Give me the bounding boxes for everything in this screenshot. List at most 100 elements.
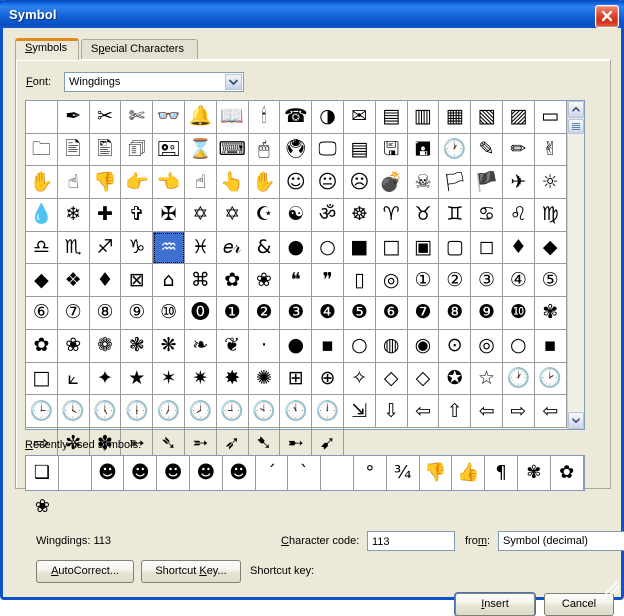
symbol-cell[interactable]: 👆 (216, 166, 249, 200)
shortcut-key-button[interactable]: Shortcut Key... (141, 560, 241, 583)
from-select[interactable]: Symbol (decimal) (498, 531, 624, 551)
symbol-cell[interactable]: ⌘ (184, 264, 217, 298)
symbol-cell[interactable]: ✒ (57, 101, 90, 134)
symbol-cell[interactable]: ✋ (248, 166, 281, 200)
symbol-cell[interactable]: ❄ (57, 199, 90, 232)
symbol-cell[interactable]: ☆ (471, 362, 503, 396)
resize-grip[interactable] (605, 581, 619, 595)
title-bar[interactable]: Symbol (0, 0, 624, 28)
recent-symbol-cell[interactable]: ☻ (223, 456, 256, 490)
recent-symbol-cell[interactable]: 👎 (420, 456, 453, 490)
symbol-cell[interactable]: ⓿ (184, 297, 217, 330)
symbol-cell[interactable]: ❖ (57, 264, 90, 298)
symbol-cell[interactable]: ✷ (184, 362, 217, 396)
symbol-cell[interactable]: 🖪 (407, 133, 440, 167)
symbol-cell[interactable]: 🕯 (248, 101, 281, 134)
recent-symbol-cell[interactable]: ˋ (288, 456, 322, 490)
recent-symbol-cell[interactable]: ☻ (92, 456, 125, 490)
symbol-cell[interactable]: 🕐 (439, 133, 472, 167)
recent-symbol-cell[interactable]: ✿ (551, 456, 584, 490)
symbol-cell[interactable]: □ (26, 362, 58, 396)
tab-symbols[interactable]: Symbols (15, 38, 79, 60)
symbol-cell[interactable]: ⌨ (216, 133, 249, 167)
symbol-cell[interactable]: ◇ (375, 362, 408, 396)
symbol-cell[interactable]: 🕔 (89, 395, 122, 428)
symbol-cell[interactable]: ⇦ (471, 395, 503, 428)
recent-symbol-cell[interactable]: ¶ (485, 456, 518, 490)
symbol-cell[interactable]: ❃ (121, 329, 154, 363)
recent-symbol-cell[interactable] (59, 456, 92, 490)
symbol-cell[interactable]: 🕘 (216, 395, 249, 428)
symbol-cell[interactable]: ✂ (89, 101, 122, 134)
symbol-cell[interactable]: ♍ (534, 199, 567, 232)
scroll-up-button[interactable] (568, 101, 584, 118)
symbol-cell[interactable]: ⑩ (153, 297, 185, 330)
symbol-cell[interactable]: ⑤ (534, 264, 567, 298)
recent-symbol-cell[interactable]: ☻ (157, 456, 190, 490)
symbol-cell[interactable]: ☹ (343, 166, 376, 200)
symbol-cell[interactable]: ▨ (502, 101, 535, 134)
symbol-cell[interactable]: ❋ (153, 329, 185, 363)
symbol-cell[interactable]: ❼ (407, 297, 440, 330)
symbol-cell[interactable]: ☯ (280, 199, 313, 232)
symbol-cell[interactable]: ☝ (57, 166, 90, 200)
symbol-cell[interactable]: ✡ (184, 199, 217, 232)
symbol-cell[interactable]: ⇦ (534, 395, 567, 428)
symbol-cell[interactable]: ○ (343, 329, 376, 363)
symbol-cell[interactable]: ◆ (26, 264, 58, 298)
symbol-cell[interactable]: ◎ (471, 329, 503, 363)
symbol-cell[interactable]: ❷ (248, 297, 281, 330)
symbol-cell[interactable]: 🖲 (280, 133, 313, 167)
symbol-cell[interactable]: 💣 (375, 166, 408, 200)
symbol-cell[interactable]: ☸ (343, 199, 376, 232)
symbol-cell[interactable]: ♈ (375, 199, 408, 232)
symbol-cell[interactable]: ॐ (312, 199, 344, 232)
symbol-cell[interactable]: ❀ (248, 264, 281, 298)
symbol-cell[interactable]: ⑨ (121, 297, 154, 330)
symbol-cell[interactable]: ♦ (502, 231, 535, 265)
symbol-cell[interactable]: 👎 (89, 166, 122, 200)
symbol-cell[interactable]: ▭ (534, 101, 567, 134)
recent-symbol-cell[interactable]: ☻ (124, 456, 158, 490)
symbol-cell[interactable]: 🏳 (439, 166, 472, 200)
symbol-cell[interactable]: ☺ (280, 166, 313, 200)
symbol-cell[interactable]: ✸ (216, 362, 249, 396)
symbol-cell[interactable]: ✶ (153, 362, 185, 396)
symbol-cell[interactable]: ④ (502, 264, 535, 298)
symbol-cell[interactable]: ✠ (153, 199, 185, 232)
symbol-cell[interactable]: 🖭 (153, 133, 185, 167)
symbol-cell[interactable]: 🕐 (502, 362, 535, 396)
symbol-cell[interactable]: ✿ (216, 264, 249, 298)
symbol-cell[interactable]: ✄ (121, 101, 154, 134)
symbol-cell-selected[interactable]: ♒ (153, 231, 185, 265)
symbol-cell[interactable]: ✞ (121, 199, 154, 232)
symbol-cell[interactable]: ❀ (57, 329, 90, 363)
symbol-cell[interactable]: 🗊 (121, 133, 154, 167)
symbol-cell[interactable]: 🕛 (312, 395, 344, 428)
symbol-cell[interactable]: ❿ (502, 297, 535, 330)
symbol-cell[interactable]: 🗀 (26, 133, 58, 167)
symbol-cell[interactable]: ✉ (343, 101, 376, 134)
symbol-cell[interactable]: □ (375, 231, 408, 265)
symbol-cell[interactable]: ♓ (184, 231, 217, 265)
symbol-cell[interactable]: ✈ (502, 166, 535, 200)
symbol-cell[interactable]: ❺ (343, 297, 376, 330)
symbol-cell[interactable]: ❧ (184, 329, 217, 363)
insert-button[interactable]: Insert (455, 593, 535, 616)
symbol-cell[interactable]: ❾ (471, 297, 503, 330)
symbol-cell[interactable]: ♑ (121, 231, 154, 265)
symbol-cell[interactable]: ✾ (534, 297, 567, 330)
symbol-cell[interactable]: 💧 (26, 199, 58, 232)
symbol-cell[interactable]: 🕒 (26, 395, 58, 428)
symbol-cell[interactable]: ▯ (343, 264, 376, 298)
symbol-cell[interactable]: ⇧ (439, 395, 472, 428)
symbol-cell[interactable]: ❁ (89, 329, 122, 363)
recent-symbol-cell[interactable] (321, 456, 354, 490)
symbol-cell[interactable]: ❦ (216, 329, 249, 363)
symbol-cell[interactable]: 𝑒𝓇 (216, 231, 249, 265)
symbol-cell[interactable]: ⌂ (153, 264, 185, 298)
cancel-button[interactable]: Cancel (544, 593, 614, 616)
symbol-cell[interactable]: ▤ (343, 133, 376, 167)
symbol-cell[interactable]: 🖹 (57, 133, 90, 167)
symbol-cell[interactable]: · (248, 329, 281, 363)
